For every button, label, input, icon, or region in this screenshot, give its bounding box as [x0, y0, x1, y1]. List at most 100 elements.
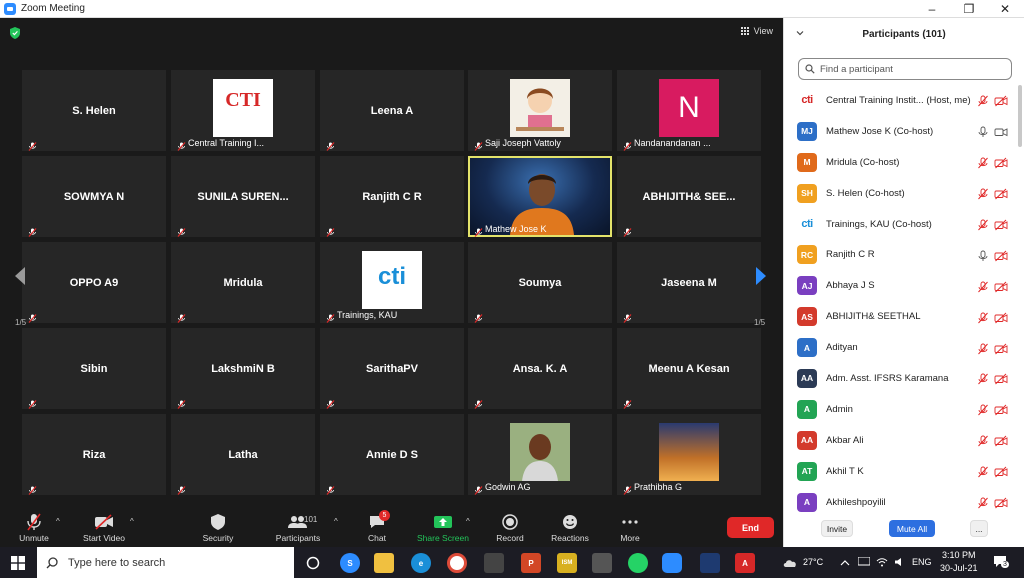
next-page-arrow-icon[interactable]	[754, 266, 768, 286]
share-screen-button[interactable]: Share Screen	[414, 511, 472, 547]
record-button[interactable]: Record	[492, 511, 528, 547]
video-tile[interactable]: SarithaPV	[320, 328, 464, 409]
ism-icon[interactable]: ISM	[557, 553, 577, 573]
video-tile[interactable]: Sibin	[22, 328, 166, 409]
participant-row[interactable]: AA Akbar Ali	[784, 425, 1017, 456]
participant-row[interactable]: A Adityan	[784, 332, 1017, 363]
close-button[interactable]: ✕	[988, 0, 1022, 18]
notification-center[interactable]: 3	[993, 555, 1009, 568]
video-tile[interactable]: OPPO A9	[22, 242, 166, 323]
microphone-muted-icon[interactable]	[977, 496, 989, 509]
end-meeting-button[interactable]: End	[727, 517, 774, 538]
file-explorer-icon[interactable]	[374, 553, 394, 573]
microphone-muted-icon[interactable]	[977, 156, 989, 169]
start-video-button[interactable]: Start Video	[80, 511, 128, 547]
video-tile[interactable]: SOWMYA N	[22, 156, 166, 237]
video-tile[interactable]: Riza	[22, 414, 166, 495]
participant-row[interactable]: AS ABHIJITH& SEETHAL	[784, 301, 1017, 332]
maximize-button[interactable]: ❐	[952, 0, 986, 18]
participant-row[interactable]: AJ Abhaya J S	[784, 270, 1017, 301]
microphone-muted-icon[interactable]	[977, 403, 989, 416]
windows-start-icon[interactable]	[11, 556, 25, 570]
app-taskbar-icon[interactable]	[700, 553, 720, 573]
video-tile[interactable]: Latha	[171, 414, 315, 495]
chat-button[interactable]: 5 Chat	[362, 510, 392, 547]
participant-row[interactable]: cti Central Training Instit... (Host, me)	[784, 85, 1017, 116]
shield-icon[interactable]	[10, 27, 20, 39]
more-options-button[interactable]: ...	[970, 520, 988, 537]
microphone-muted-icon[interactable]	[977, 465, 989, 478]
video-tile[interactable]: Jaseena M	[617, 242, 761, 323]
participant-row[interactable]: SH S. Helen (Co-host)	[784, 178, 1017, 209]
participant-list-scrollbar[interactable]	[1017, 85, 1023, 485]
microphone-muted-icon[interactable]	[977, 94, 989, 107]
participant-row[interactable]: M Mridula (Co-host)	[784, 147, 1017, 178]
video-tile[interactable]: SUNILA SUREN...	[171, 156, 315, 237]
video-tile[interactable]: Annie D S	[320, 414, 464, 495]
microphone-muted-icon[interactable]	[977, 187, 989, 200]
show-hidden-icons-chevron-icon[interactable]	[840, 559, 850, 566]
video-tile[interactable]: Godwin AG	[468, 414, 612, 495]
microphone-muted-icon[interactable]	[977, 311, 989, 324]
participant-search-input[interactable]: Find a participant	[798, 58, 1012, 80]
video-tile[interactable]: CTI Central Training I...	[171, 70, 315, 151]
invite-button[interactable]: Invite	[821, 520, 853, 537]
previous-page-arrow-icon[interactable]	[13, 266, 27, 286]
input-language[interactable]: ENG	[912, 557, 932, 567]
video-tile[interactable]: Leena A	[320, 70, 464, 151]
participant-row[interactable]: AA Adm. Asst. IFSRS Karamana	[784, 363, 1017, 394]
microphone-muted-icon[interactable]	[977, 434, 989, 447]
share-options-caret[interactable]: ^	[466, 517, 470, 526]
zoom-taskbar-icon[interactable]	[662, 553, 682, 573]
powerpoint-icon[interactable]: P	[521, 553, 541, 573]
microphone-icon[interactable]	[977, 125, 989, 138]
edge-icon[interactable]: e	[411, 553, 431, 573]
video-tile[interactable]: Mridula	[171, 242, 315, 323]
participant-row[interactable]: RC Ranjith C R	[784, 239, 1017, 270]
video-tile[interactable]: Meenu A Kesan	[617, 328, 761, 409]
microphone-muted-icon[interactable]	[977, 280, 989, 293]
video-tile[interactable]: S. Helen	[22, 70, 166, 151]
unmute-button[interactable]: Unmute	[14, 511, 54, 547]
video-tile[interactable]: LakshmiN B	[171, 328, 315, 409]
calculator-icon[interactable]	[592, 553, 612, 573]
whatsapp-icon[interactable]	[628, 553, 648, 573]
acrobat-icon[interactable]: A	[735, 553, 755, 573]
collapse-chevron-icon[interactable]	[796, 29, 804, 37]
video-tile[interactable]: N Nandanandanan ...	[617, 70, 761, 151]
participant-row[interactable]: cti Trainings, KAU (Co-host)	[784, 209, 1017, 240]
participants-button[interactable]: 101 Participants	[272, 511, 324, 547]
reactions-button[interactable]: Reactions	[548, 511, 592, 547]
video-tile[interactable]: cti Trainings, KAU	[320, 242, 464, 323]
microphone-muted-icon[interactable]	[977, 372, 989, 385]
participant-row[interactable]: A Akhileshpoyilil	[784, 487, 1017, 518]
mute-all-button[interactable]: Mute All	[889, 520, 935, 537]
volume-icon[interactable]	[894, 557, 906, 567]
wifi-icon[interactable]	[876, 557, 888, 567]
video-tile[interactable]: ABHIJITH& SEE...	[617, 156, 761, 237]
participant-row[interactable]: A Admin	[784, 394, 1017, 425]
video-tile[interactable]: Saji Joseph Vattoly	[468, 70, 612, 151]
video-tile[interactable]: Soumya	[468, 242, 612, 323]
network-icon[interactable]	[858, 557, 870, 567]
microphone-muted-icon[interactable]	[977, 342, 989, 354]
cortana-icon[interactable]	[306, 556, 320, 570]
participant-row[interactable]: AT Akhil T K	[784, 456, 1017, 487]
chrome-icon[interactable]	[447, 553, 467, 573]
security-button[interactable]: Security	[198, 511, 238, 547]
clock-time[interactable]: 3:10 PM	[942, 550, 976, 560]
skype-icon[interactable]: S	[340, 553, 360, 573]
minimize-button[interactable]: –	[915, 0, 949, 18]
microphone-icon[interactable]	[977, 249, 989, 261]
more-button[interactable]: More	[614, 511, 646, 547]
video-tile[interactable]: Prathibha G	[617, 414, 761, 495]
video-tile[interactable]: Mathew Jose K	[468, 156, 612, 237]
participant-row[interactable]: MJ Mathew Jose K (Co-host)	[784, 116, 1017, 147]
video-tile[interactable]: Ranjith C R	[320, 156, 464, 237]
audio-options-caret[interactable]: ^	[56, 517, 60, 526]
participants-options-caret[interactable]: ^	[334, 517, 338, 526]
store-icon[interactable]	[484, 553, 504, 573]
taskbar-search-input[interactable]: Type here to search	[37, 547, 294, 578]
view-button[interactable]: View	[740, 26, 773, 36]
microphone-muted-icon[interactable]	[977, 218, 989, 231]
